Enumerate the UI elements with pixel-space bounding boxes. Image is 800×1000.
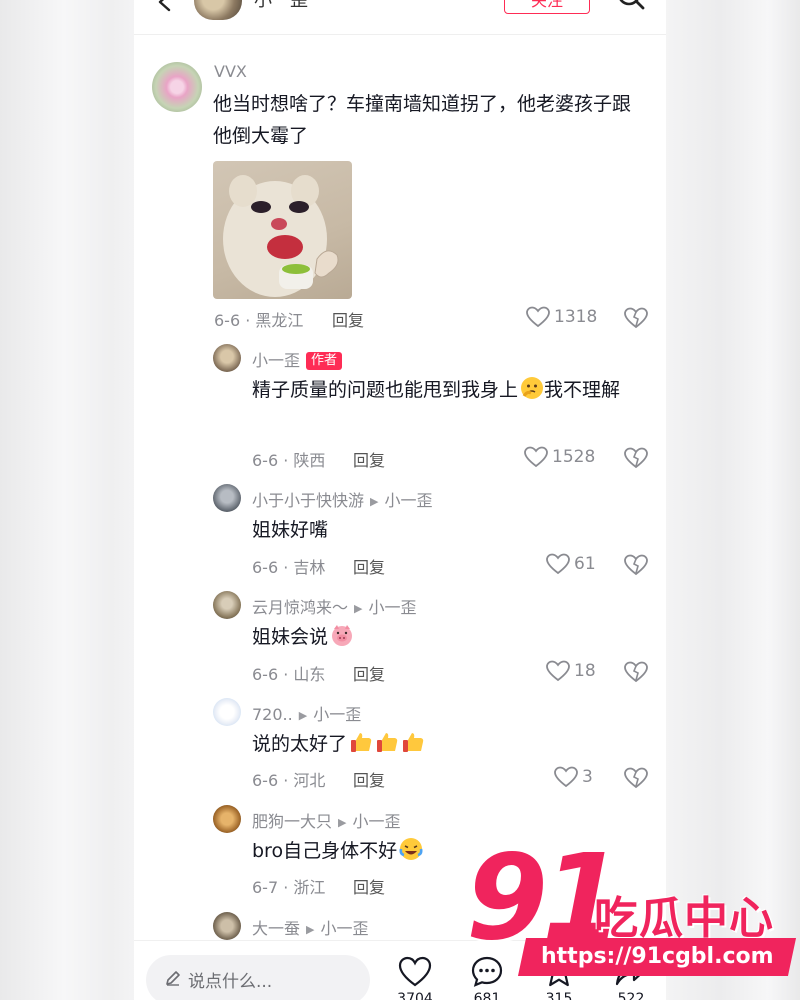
like-button[interactable]: 1528 (524, 446, 595, 468)
reply-to-username: 小一歪 (320, 919, 369, 938)
reply-to-username: 小一歪 (384, 491, 433, 510)
like-total: 3704 (397, 991, 433, 1000)
reply-to-username: 小一歪 (368, 598, 417, 617)
like-count: 61 (574, 554, 596, 574)
crying-laughing-emoji-icon (399, 838, 423, 860)
comment-username[interactable]: VVX (214, 62, 247, 81)
heart-icon (546, 553, 570, 575)
reply-text: 姐妹会说 (252, 621, 354, 653)
reply-username-text: 720.. (252, 705, 293, 724)
share-total: 522 (617, 991, 645, 1000)
broken-heart-icon[interactable] (624, 307, 648, 329)
reply-button[interactable]: 回复 (353, 874, 385, 898)
like-count: 1318 (554, 307, 598, 327)
watermark-brand: 吃瓜中心 (594, 893, 774, 944)
like-button[interactable]: 18 (546, 660, 596, 682)
broken-heart-icon[interactable] (624, 554, 648, 576)
reply-username-text: 肥狗一大只 (252, 812, 333, 831)
reply-username[interactable]: 云月惊鸿来～ ▶ 小一歪 (252, 594, 417, 618)
heart-icon (546, 660, 570, 682)
reply-text-tail: 我不理解 (544, 379, 621, 401)
reply-text: 说的太好了 (252, 728, 425, 760)
sticker-illustration (223, 175, 339, 297)
header-avatar[interactable] (194, 0, 242, 20)
reply-date-location: 6-7 · 浙江 (252, 878, 326, 897)
reply-text: 姐妹好嘴 (252, 519, 329, 541)
broken-heart-icon[interactable] (624, 767, 648, 789)
reply-arrow-icon: ▶ (370, 495, 379, 508)
like-button[interactable]: 61 (546, 553, 596, 575)
avatar[interactable] (152, 62, 202, 112)
thinking-face-emoji-icon (521, 377, 544, 399)
avatar[interactable] (213, 591, 241, 619)
author-badge: 作者 (306, 352, 343, 370)
broken-heart-icon[interactable] (624, 661, 648, 683)
back-arrow-icon[interactable] (154, 0, 178, 16)
like-count: 1528 (552, 447, 596, 467)
reply-text-main: 姐妹会说 (252, 626, 329, 648)
heart-icon[interactable] (398, 955, 432, 989)
star-total: 315 (545, 991, 573, 1000)
comment-input[interactable]: 说点什么... (146, 955, 370, 1000)
reply-button[interactable]: 回复 (353, 447, 385, 471)
reply-username-text: 小于小于快快游 (252, 491, 365, 510)
sticker-image[interactable] (213, 161, 352, 299)
reply-username[interactable]: 大一蚕 ▶ 小一歪 (252, 915, 369, 939)
reply-username-text: 小一歪 (252, 351, 301, 370)
avatar[interactable] (213, 698, 241, 726)
like-button[interactable]: 3 (554, 766, 593, 788)
like-count: 3 (582, 767, 593, 787)
heart-icon (524, 446, 548, 468)
reply-username[interactable]: 小于小于快快游 ▶ 小一歪 (252, 487, 433, 511)
reply-to-username: 小一歪 (352, 812, 401, 831)
reply-arrow-icon: ▶ (338, 816, 347, 829)
pig-face-emoji-icon (332, 625, 353, 646)
reply-arrow-icon: ▶ (298, 709, 308, 722)
comment-text: 他当时想啥了？车撞南墙知道拐了，他老婆孩子跟他倒大霉了 (213, 93, 632, 147)
thumbs-up-emoji-icon (351, 733, 372, 752)
reply-username-text: 云月惊鸿来～ (252, 598, 349, 617)
reply-username[interactable]: 肥狗一大只 ▶ 小一歪 (252, 808, 401, 832)
reply-arrow-icon: ▶ (354, 602, 363, 615)
avatar[interactable] (213, 912, 241, 940)
reply-text-main: 说的太好了 (252, 733, 348, 755)
reply-to-username: 小一歪 (313, 705, 362, 724)
reply-date-location: 6-6 · 山东 (252, 665, 326, 684)
like-count: 18 (574, 661, 596, 681)
comment-date-location: 6-6 · 黑龙江 (214, 311, 304, 330)
header-username: 小一歪 (254, 0, 308, 11)
avatar[interactable] (213, 484, 241, 512)
reply-date-location: 6-6 · 陕西 (252, 451, 326, 470)
reply-button[interactable]: 回复 (332, 307, 364, 331)
reply-username[interactable]: 720.. ▶ 小一歪 (252, 701, 361, 725)
watermark-url-text: https://91cgbl.com (540, 944, 774, 969)
avatar[interactable] (213, 805, 241, 833)
reply-text: 精子质量的问题也能甩到我身上 我不理解 (252, 374, 647, 406)
reply-date-location: 6-6 · 河北 (252, 771, 326, 790)
pencil-icon (166, 971, 180, 986)
reply-username[interactable]: 小一歪 作者 (252, 347, 343, 371)
search-icon[interactable] (616, 0, 646, 16)
avatar[interactable] (213, 344, 241, 372)
reply-date-location: 6-6 · 吉林 (252, 558, 326, 577)
reply-arrow-icon: ▶ (306, 923, 315, 936)
heart-icon (554, 766, 578, 788)
broken-heart-icon[interactable] (624, 447, 648, 469)
profile-header: 小一歪 关注 (134, 0, 666, 35)
follow-button[interactable]: 关注 (504, 0, 590, 14)
reply-text-main: bro自己身体不好 (252, 840, 398, 862)
reply-button[interactable]: 回复 (353, 554, 385, 578)
reply-username-text: 大一蚕 (252, 919, 301, 938)
reply-button[interactable]: 回复 (353, 767, 385, 791)
comment-total: 681 (473, 991, 501, 1000)
like-button[interactable]: 1318 (526, 306, 597, 328)
thumbs-up-emoji-icon (403, 733, 424, 752)
thumbs-up-emoji-icon (377, 733, 398, 752)
comment-input-placeholder: 说点什么... (188, 972, 273, 992)
watermark-url-banner: https://91cgbl.com (517, 938, 797, 976)
reply-button[interactable]: 回复 (353, 661, 385, 685)
reply-text-main: 精子质量的问题也能甩到我身上 (252, 379, 519, 401)
reply-text: bro自己身体不好 (252, 835, 423, 867)
heart-icon (526, 306, 550, 328)
